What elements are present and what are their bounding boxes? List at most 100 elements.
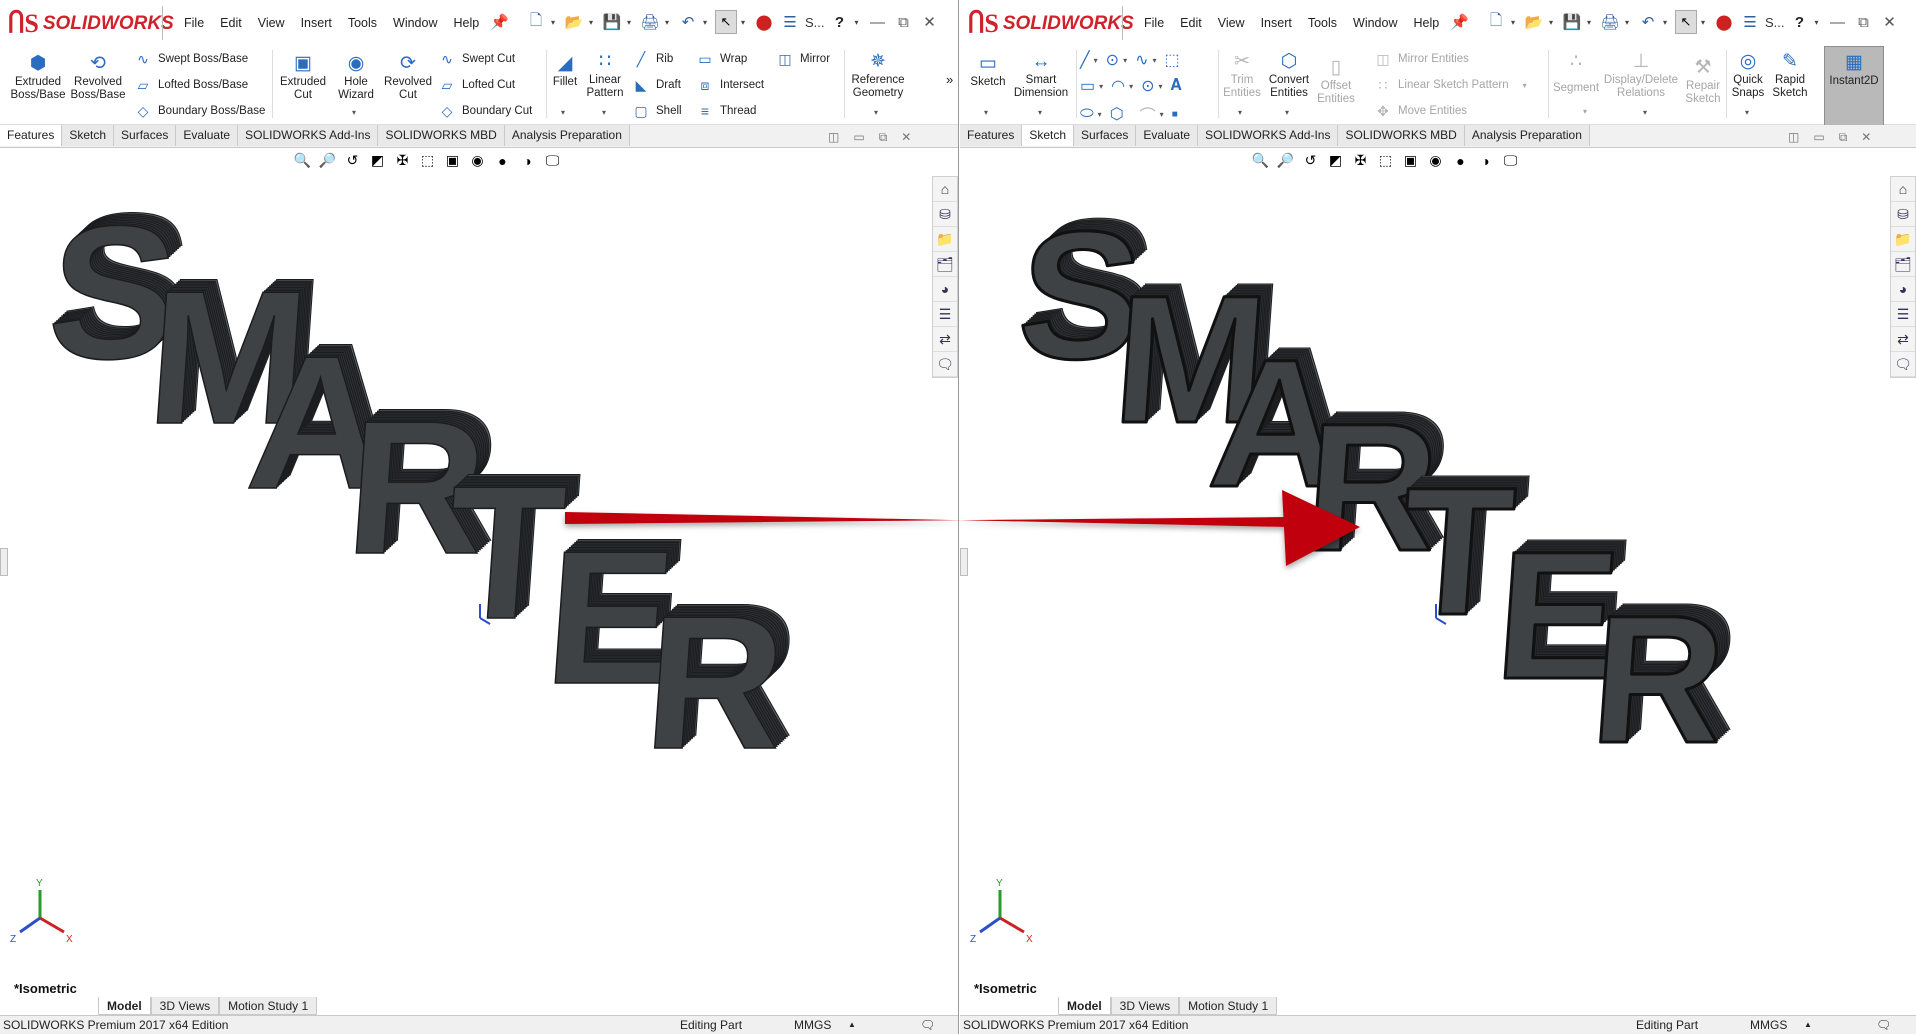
chevron-down-icon[interactable]: ▾ [1094, 56, 1098, 65]
pin-icon[interactable]: 📌 [1450, 13, 1469, 31]
chevron-down-icon[interactable]: ▾ [627, 18, 635, 27]
chevron-down-icon[interactable]: ▾ [1099, 82, 1103, 91]
swept-boss-button[interactable]: ∿ Swept Boss/Base [134, 50, 248, 68]
chevron-down-icon[interactable]: ▾ [665, 18, 673, 27]
chevron-down-icon[interactable]: ▾ [352, 108, 356, 117]
linear-pattern-button[interactable]: ∷ Linear Pattern [584, 50, 626, 100]
save-icon[interactable]: 💾 [1561, 11, 1583, 33]
minimize-icon[interactable]: — [867, 11, 889, 33]
close-icon[interactable]: ✕ [919, 11, 941, 33]
chevron-down-icon[interactable]: ▾ [1511, 18, 1519, 27]
menu-edit[interactable]: Edit [212, 14, 250, 32]
tab-analysis-preparation[interactable]: Analysis Preparation [504, 125, 630, 146]
menu-window[interactable]: Window [385, 14, 445, 32]
tab-model[interactable]: Model [1058, 997, 1111, 1015]
help-icon[interactable]: ? [1789, 11, 1811, 33]
tile-icon[interactable]: ◫ [828, 130, 839, 145]
units-arrow-icon[interactable]: ▲ [848, 1020, 856, 1029]
menu-help[interactable]: Help [1406, 14, 1448, 32]
restore-icon[interactable]: ⧉ [1853, 11, 1875, 33]
units-arrow-icon[interactable]: ▲ [1804, 1020, 1812, 1029]
options-truncated[interactable]: S... [1765, 15, 1785, 30]
smart-dimension-button[interactable]: ↔ Smart Dimension [1010, 50, 1072, 100]
tab-addins[interactable]: SOLIDWORKS Add-Ins [1198, 125, 1339, 146]
chevron-down-icon[interactable]: ▾ [1745, 108, 1749, 117]
chevron-down-icon[interactable]: ▾ [1549, 18, 1557, 27]
menu-insert[interactable]: Insert [293, 14, 340, 32]
chevron-down-icon[interactable]: ▾ [1285, 108, 1289, 117]
thread-button[interactable]: ≡ Thread [696, 102, 757, 120]
menu-edit[interactable]: Edit [1172, 14, 1210, 32]
chevron-down-icon[interactable]: ▾ [741, 18, 749, 27]
chevron-down-icon[interactable]: ▾ [1160, 110, 1164, 119]
chevron-down-icon[interactable]: ▾ [1523, 81, 1527, 90]
sketch-fillet-icon[interactable]: ⬚ [1165, 50, 1180, 70]
tile-icon[interactable]: ◫ [1788, 130, 1799, 145]
lofted-boss-button[interactable]: ▱ Lofted Boss/Base [134, 76, 249, 94]
line-icon[interactable]: ╱ [1080, 50, 1090, 70]
options-icon[interactable]: ☰ [779, 11, 801, 33]
chevron-down-icon[interactable]: ▾ [602, 108, 606, 117]
tab-evaluate[interactable]: Evaluate [1136, 125, 1199, 146]
chevron-down-icon[interactable]: ▾ [1098, 110, 1102, 119]
hole-wizard-button[interactable]: ◉ Hole Wizard [332, 52, 380, 102]
rib-button[interactable]: ╱ Rib [632, 50, 673, 68]
help-icon[interactable]: ? [829, 11, 851, 33]
chevron-down-icon[interactable]: ▾ [1701, 18, 1709, 27]
chevron-down-icon[interactable]: ▾ [1643, 108, 1647, 117]
boundary-boss-button[interactable]: ◇ Boundary Boss/Base [134, 102, 266, 120]
menu-window[interactable]: Window [1345, 14, 1405, 32]
print-icon[interactable]: 🖨 [639, 11, 661, 33]
close-icon[interactable]: ✕ [1879, 11, 1901, 33]
tab-addins[interactable]: SOLIDWORKS Add-Ins [238, 125, 379, 146]
options-icon[interactable]: ☰ [1739, 11, 1761, 33]
minimize-icon[interactable]: ▭ [1813, 130, 1824, 145]
chevron-down-icon[interactable]: ▾ [1583, 107, 1587, 116]
move-entities-button[interactable]: ✥ Move Entities ▾ [1374, 102, 1587, 120]
restore-icon[interactable]: ⧉ [893, 11, 915, 33]
linear-sketch-pattern-button[interactable]: ∷ Linear Sketch Pattern ▾ [1374, 76, 1527, 94]
extruded-boss-button[interactable]: ⬢ Extruded Boss/Base [10, 52, 66, 102]
menu-file[interactable]: File [1136, 14, 1172, 32]
wrap-button[interactable]: ▭ Wrap [696, 50, 747, 68]
chevron-down-icon[interactable]: ▾ [1152, 56, 1156, 65]
restore-icon[interactable]: ⧉ [879, 130, 888, 145]
convert-entities-button[interactable]: ⬡ Convert Entities [1264, 50, 1314, 100]
open-icon[interactable]: 📂 [563, 11, 585, 33]
quick-snaps-button[interactable]: ◎ Quick Snaps [1728, 50, 1768, 100]
shell-button[interactable]: ▢ Shell [632, 102, 681, 120]
status-units[interactable]: MMGS [1750, 1018, 1787, 1032]
tab-mbd[interactable]: SOLIDWORKS MBD [1338, 125, 1465, 146]
repair-sketch-button[interactable]: ⚒ Repair Sketch [1682, 56, 1724, 106]
boundary-cut-button[interactable]: ◇ Boundary Cut [438, 102, 533, 120]
polygon-icon[interactable]: ⬡ [1110, 104, 1124, 124]
tab-analysis-preparation[interactable]: Analysis Preparation [1464, 125, 1590, 146]
slot-icon[interactable]: ⬭ [1080, 105, 1094, 123]
chevron-down-icon[interactable]: ▾ [1129, 82, 1133, 91]
graphics-area[interactable]: SSSSSSSSSMMMMMMMMMAAAAAAAAARRRRRRRRRTTTT… [960, 148, 1916, 998]
tab-surfaces[interactable]: Surfaces [1074, 125, 1137, 146]
restore-icon[interactable]: ⧉ [1839, 130, 1848, 145]
menu-view[interactable]: View [1210, 14, 1253, 32]
select-icon[interactable]: ↖ [715, 10, 737, 34]
menu-tools[interactable]: Tools [340, 14, 385, 32]
chevron-down-icon[interactable]: ▾ [551, 18, 559, 27]
chevron-down-icon[interactable]: ▾ [1038, 108, 1042, 117]
chevron-down-icon[interactable]: ▾ [984, 108, 988, 117]
chevron-down-icon[interactable]: ▾ [1625, 18, 1633, 27]
menu-help[interactable]: Help [446, 14, 488, 32]
menu-view[interactable]: View [250, 14, 293, 32]
save-icon[interactable]: 💾 [601, 11, 623, 33]
arc-icon[interactable]: ◠ [1111, 76, 1125, 96]
rebuild-icon[interactable]: ⬤ [1713, 11, 1735, 33]
reference-geometry-button[interactable]: ✵ Reference Geometry [848, 50, 908, 100]
ribbon-more-icon[interactable]: » [946, 72, 953, 87]
menu-file[interactable]: File [176, 14, 212, 32]
graphics-area[interactable]: SSSSSSSSSMMMMMMMMMAAAAAAAAARRRRRRRRRTTTT… [0, 148, 958, 998]
new-doc-icon[interactable]: 🗋 [525, 11, 547, 33]
menu-tools[interactable]: Tools [1300, 14, 1345, 32]
trim-entities-button[interactable]: ✂ Trim Entities [1222, 50, 1262, 100]
options-truncated[interactable]: S... [805, 15, 825, 30]
chevron-down-icon[interactable]: ▾ [561, 108, 565, 117]
extruded-cut-button[interactable]: ▣ Extruded Cut [276, 52, 330, 102]
